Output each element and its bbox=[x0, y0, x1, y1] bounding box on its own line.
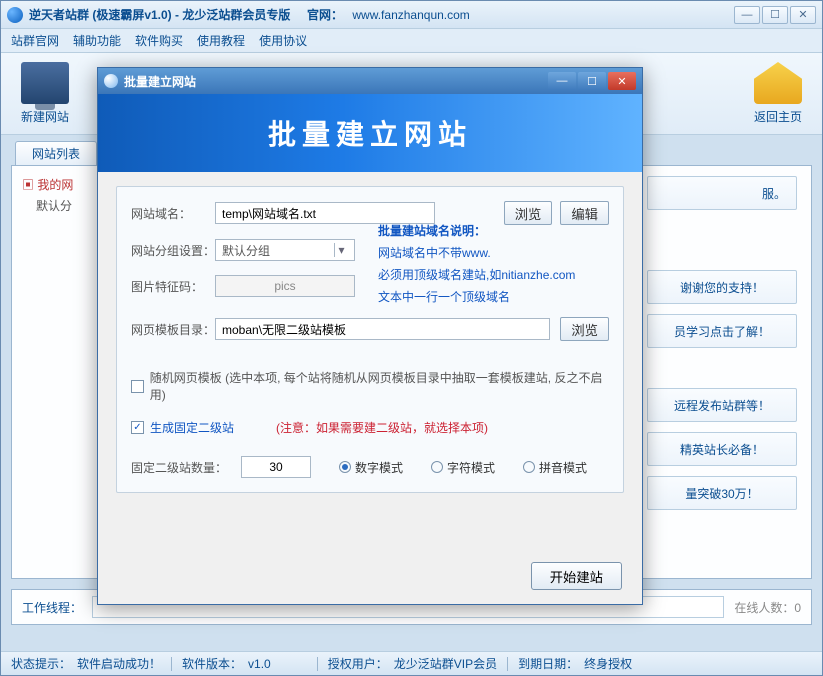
tool-back-home[interactable]: 返回主页 bbox=[746, 62, 810, 125]
count-label: 固定二级站数量： bbox=[131, 459, 241, 476]
hint-line-3: 文本中一行一个顶级域名 bbox=[378, 286, 575, 308]
status-exp-value: 终身授权 bbox=[584, 655, 632, 672]
start-build-button[interactable]: 开始建站 bbox=[531, 562, 622, 590]
dialog-titlebar[interactable]: 批量建立网站 — ☐ ✕ bbox=[98, 68, 642, 94]
hint-line-2: 必须用顶级域名建站,如nitianzhe.com bbox=[378, 264, 575, 286]
tool-new-site[interactable]: 新建网站 bbox=[13, 62, 77, 125]
work-thread-label: 工作线程： bbox=[22, 599, 82, 616]
status-ver-label: 软件版本： bbox=[182, 655, 242, 672]
mode-number-radio[interactable] bbox=[339, 461, 351, 473]
piccode-input bbox=[215, 275, 355, 297]
minimize-button[interactable]: — bbox=[734, 6, 760, 24]
mode-pinyin-radio[interactable] bbox=[523, 461, 535, 473]
info-box-4[interactable]: 精英站长必备！ bbox=[647, 432, 797, 466]
batch-create-dialog: 批量建立网站 — ☐ ✕ 批量建立网站 网站域名： 浏览 编辑 bbox=[97, 67, 643, 605]
main-titlebar: 逆天者站群 (极速霸屏v1.0) - 龙少泛站群会员专版 官网： www.fan… bbox=[1, 1, 822, 29]
mode-number-label: 数字模式 bbox=[355, 459, 403, 476]
tpl-label: 网页模板目录： bbox=[131, 321, 215, 338]
monitor-icon bbox=[21, 62, 69, 104]
status-exp-label: 到期日期： bbox=[518, 655, 578, 672]
menu-helper[interactable]: 辅助功能 bbox=[73, 32, 121, 49]
info-box-3[interactable]: 远程发布站群等！ bbox=[647, 388, 797, 422]
info-box-0[interactable]: 服。 bbox=[647, 176, 797, 210]
app-icon bbox=[7, 7, 23, 23]
domain-hint-block: 批量建站域名说明： 网站域名中不带www. 必须用顶级域名建站,如nitianz… bbox=[378, 220, 575, 308]
status-tip-label: 状态提示： bbox=[11, 655, 71, 672]
status-user-label: 授权用户： bbox=[328, 655, 388, 672]
fixed-sublevel-note: (注意：如果需要建二级站，就选择本项) bbox=[276, 419, 488, 436]
home-icon bbox=[754, 62, 802, 104]
tool-new-site-label: 新建网站 bbox=[21, 108, 69, 125]
random-template-checkbox[interactable] bbox=[131, 380, 144, 393]
count-input[interactable] bbox=[241, 456, 311, 478]
hint-title: 批量建站域名说明： bbox=[378, 220, 575, 242]
online-count: 在线人数：0 bbox=[734, 599, 801, 616]
window-title: 逆天者站群 (极速霸屏v1.0) - 龙少泛站群会员专版 官网： www.fan… bbox=[29, 6, 734, 23]
fixed-sublevel-checkbox[interactable]: ✓ bbox=[131, 421, 144, 434]
tool-back-home-label: 返回主页 bbox=[754, 108, 802, 125]
tpl-browse-button[interactable]: 浏览 bbox=[560, 317, 609, 341]
info-box-1[interactable]: 谢谢您的支持！ bbox=[647, 270, 797, 304]
hint-line-1: 网站域名中不带www. bbox=[378, 242, 575, 264]
maximize-button[interactable]: ☐ bbox=[762, 6, 788, 24]
mode-pinyin-label: 拼音模式 bbox=[539, 459, 587, 476]
mode-char-radio[interactable] bbox=[431, 461, 443, 473]
dialog-minimize-button[interactable]: — bbox=[548, 72, 576, 90]
tab-site-list[interactable]: 网站列表 bbox=[15, 141, 97, 165]
menu-official[interactable]: 站群官网 bbox=[11, 32, 59, 49]
tpl-input[interactable] bbox=[215, 318, 550, 340]
fixed-sublevel-label: 生成固定二级站 bbox=[150, 419, 234, 436]
group-value: 默认分组 bbox=[222, 242, 270, 259]
domain-label: 网站域名： bbox=[131, 205, 215, 222]
dialog-body: 网站域名： 浏览 编辑 网站分组设置： 默认分组 ▾ bbox=[98, 172, 642, 604]
chevron-down-icon: ▾ bbox=[334, 243, 348, 257]
status-bar: 状态提示： 软件启动成功！ 软件版本： v1.0 授权用户： 龙少泛站群VIP会… bbox=[1, 651, 822, 675]
main-window: 逆天者站群 (极速霸屏v1.0) - 龙少泛站群会员专版 官网： www.fan… bbox=[0, 0, 823, 676]
status-ver-value: v1.0 bbox=[248, 657, 271, 671]
dialog-form-panel: 网站域名： 浏览 编辑 网站分组设置： 默认分组 ▾ bbox=[116, 186, 624, 493]
dialog-close-button[interactable]: ✕ bbox=[608, 72, 636, 90]
menu-bar: 站群官网 辅助功能 软件购买 使用教程 使用协议 bbox=[1, 29, 822, 53]
group-combo[interactable]: 默认分组 ▾ bbox=[215, 239, 355, 261]
dialog-title: 批量建立网站 bbox=[124, 73, 548, 90]
dialog-banner: 批量建立网站 bbox=[98, 94, 642, 172]
dialog-maximize-button[interactable]: ☐ bbox=[578, 72, 606, 90]
piccode-label: 图片特征码： bbox=[131, 278, 215, 295]
status-user-value: 龙少泛站群VIP会员 bbox=[394, 655, 497, 672]
menu-buy[interactable]: 软件购买 bbox=[135, 32, 183, 49]
close-button[interactable]: ✕ bbox=[790, 6, 816, 24]
info-box-2[interactable]: 员学习点击了解！ bbox=[647, 314, 797, 348]
menu-agreement[interactable]: 使用协议 bbox=[259, 32, 307, 49]
dialog-icon bbox=[104, 74, 118, 88]
status-tip-value: 软件启动成功！ bbox=[77, 655, 161, 672]
mode-char-label: 字符模式 bbox=[447, 459, 495, 476]
random-template-label: 随机网页模板 (选中本项, 每个站将随机从网页模板目录中抽取一套模板建站, 反之… bbox=[150, 369, 609, 403]
menu-tutorial[interactable]: 使用教程 bbox=[197, 32, 245, 49]
info-box-5[interactable]: 量突破30万！ bbox=[647, 476, 797, 510]
group-label: 网站分组设置： bbox=[131, 242, 215, 259]
